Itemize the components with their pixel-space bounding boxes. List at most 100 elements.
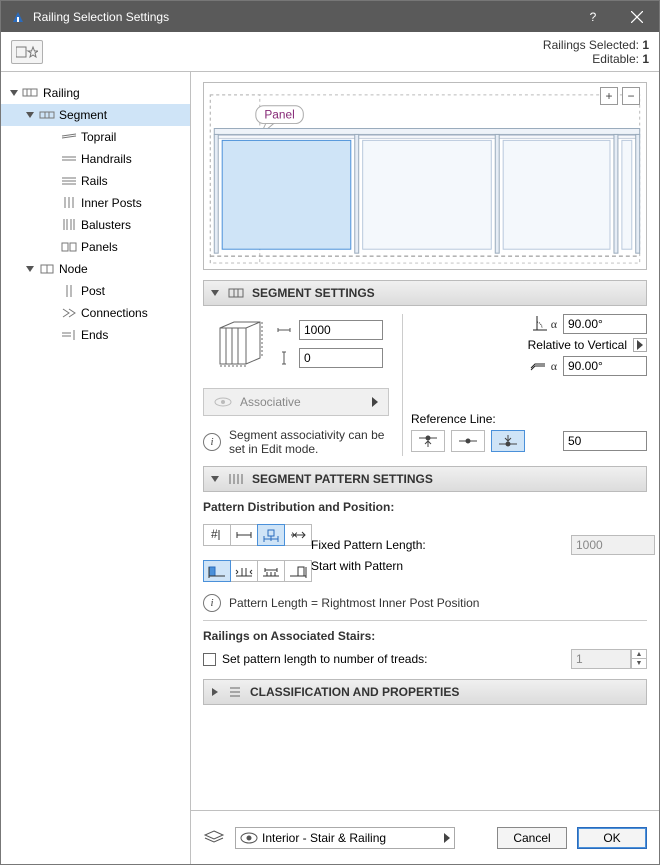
tree-item-balusters[interactable]: · Balusters — [1, 214, 190, 236]
pattern-icon — [228, 473, 244, 485]
tree-item-connections[interactable]: · Connections — [1, 302, 190, 324]
associative-button[interactable]: Associative — [203, 388, 389, 416]
preview-tooltip-label: Panel — [264, 108, 294, 122]
segment-length-icon — [275, 324, 293, 336]
tree-item-rails[interactable]: · Rails — [1, 170, 190, 192]
connections-icon — [59, 307, 79, 319]
selection-status: Railings Selected: 1 Editable: 1 — [543, 38, 649, 66]
zoom-out-button[interactable]: − — [622, 87, 640, 105]
info-icon: i — [203, 433, 221, 451]
pattern-length-info: Pattern Length = Rightmost Inner Post Po… — [229, 596, 479, 610]
layer-name: Interior - Stair & Railing — [262, 831, 440, 845]
window-title: Railing Selection Settings — [33, 10, 571, 24]
classification-icon — [228, 685, 242, 699]
treads-count-input — [571, 649, 631, 669]
railing-icon — [21, 87, 41, 99]
reference-line-label: Reference Line: — [411, 412, 647, 426]
distribution-mode-group: # × — [203, 524, 311, 546]
vertical-angle-icon: α — [533, 316, 557, 332]
chevron-right-icon — [444, 833, 450, 843]
tree-item-panels[interactable]: · Panels — [1, 236, 190, 258]
close-button[interactable] — [615, 1, 659, 32]
section-title: CLASSIFICATION AND PROPERTIES — [250, 685, 459, 699]
distribution-fixed-button[interactable] — [257, 524, 285, 546]
pattern-distribution-label: Pattern Distribution and Position: — [203, 500, 647, 514]
distribution-offset-button[interactable]: × — [284, 524, 312, 546]
railings-on-stairs-label: Railings on Associated Stairs: — [203, 629, 647, 643]
post-icon — [59, 285, 79, 297]
angle-top-input[interactable] — [563, 314, 647, 334]
segment-height-icon — [275, 351, 293, 365]
associativity-note: Segment associativity can be set in Edit… — [229, 428, 389, 456]
relative-to-vertical-button[interactable] — [633, 338, 647, 352]
start-with-pattern-label: Start with Pattern — [311, 559, 571, 573]
tree-item-node[interactable]: Node — [1, 258, 190, 280]
section-title: SEGMENT SETTINGS — [252, 286, 375, 300]
layer-icon — [203, 829, 225, 846]
pattern-origin-group — [203, 560, 311, 582]
eye-icon — [240, 832, 258, 844]
tree-item-segment[interactable]: Segment — [1, 104, 190, 126]
section-classification-header[interactable]: CLASSIFICATION AND PROPERTIES — [203, 679, 647, 705]
angle-bottom-input[interactable] — [563, 356, 647, 376]
segment-diagram-icon — [211, 314, 271, 374]
handrails-icon — [59, 154, 79, 164]
segment-icon — [37, 110, 57, 120]
refline-option-bottom[interactable] — [491, 430, 525, 452]
svg-text:#: # — [211, 528, 218, 541]
treads-stepper[interactable]: ▲ ▼ — [631, 649, 647, 669]
origin-end-button[interactable] — [284, 560, 312, 582]
distribution-spacing-button[interactable] — [230, 524, 258, 546]
origin-start-button[interactable] — [203, 560, 231, 582]
tree-item-handrails[interactable]: · Handrails — [1, 148, 190, 170]
reference-line-input[interactable] — [563, 431, 647, 451]
rails-icon — [59, 176, 79, 186]
title-bar: Railing Selection Settings ? — [1, 1, 659, 32]
cancel-button[interactable]: Cancel — [497, 827, 567, 849]
tree-item-railing[interactable]: Railing — [1, 82, 190, 104]
fixed-pattern-length-input — [571, 535, 655, 555]
app-icon — [9, 8, 27, 26]
refline-option-center[interactable] — [451, 430, 485, 452]
help-button[interactable]: ? — [571, 1, 615, 32]
section-title: SEGMENT PATTERN SETTINGS — [252, 472, 433, 486]
set-pattern-to-treads-label: Set pattern length to number of treads: — [222, 652, 427, 666]
tree-item-toprail[interactable]: · Toprail — [1, 126, 190, 148]
toprail-icon — [59, 132, 79, 142]
footer: Interior - Stair & Railing Cancel OK — [191, 810, 659, 864]
toolbar: Railings Selected: 1 Editable: 1 — [1, 32, 659, 72]
chevron-right-icon — [372, 397, 378, 407]
set-pattern-to-treads-checkbox[interactable] — [203, 653, 216, 666]
favorites-button[interactable] — [11, 40, 43, 64]
tree-panel: Railing Segment · Toprail · Handrails · … — [1, 72, 191, 864]
zoom-in-button[interactable]: + — [600, 87, 618, 105]
segment-offset-input[interactable] — [299, 348, 383, 368]
node-icon — [37, 263, 57, 275]
info-icon: i — [203, 594, 221, 612]
ok-button[interactable]: OK — [577, 827, 647, 849]
layer-combo[interactable]: Interior - Stair & Railing — [235, 827, 455, 849]
section-pattern-settings-header[interactable]: SEGMENT PATTERN SETTINGS — [203, 466, 647, 492]
section-segment-settings-header[interactable]: SEGMENT SETTINGS — [203, 280, 647, 306]
segment-preview: + − Panel — [203, 82, 647, 270]
segment-length-input[interactable] — [299, 320, 383, 340]
distribution-divide-button[interactable]: # — [203, 524, 231, 546]
associative-icon — [214, 396, 232, 408]
origin-center-button[interactable] — [230, 560, 258, 582]
origin-segment-button[interactable] — [257, 560, 285, 582]
panels-icon — [59, 242, 79, 252]
step-up[interactable]: ▲ — [632, 650, 646, 659]
step-down[interactable]: ▼ — [632, 659, 646, 668]
tree-item-ends[interactable]: · Ends — [1, 324, 190, 346]
fixed-pattern-length-label: Fixed Pattern Length: — [311, 538, 571, 552]
horizontal-angle-icon: α — [529, 359, 557, 374]
ends-icon — [59, 330, 79, 340]
balusters-icon — [59, 219, 79, 231]
segment-icon — [228, 287, 244, 299]
inner-posts-icon — [59, 197, 79, 209]
tree-item-post[interactable]: · Post — [1, 280, 190, 302]
refline-option-top[interactable] — [411, 430, 445, 452]
tree-item-inner-posts[interactable]: · Inner Posts — [1, 192, 190, 214]
relative-to-vertical-label: Relative to Vertical — [528, 338, 627, 352]
svg-text:×: × — [291, 528, 298, 542]
